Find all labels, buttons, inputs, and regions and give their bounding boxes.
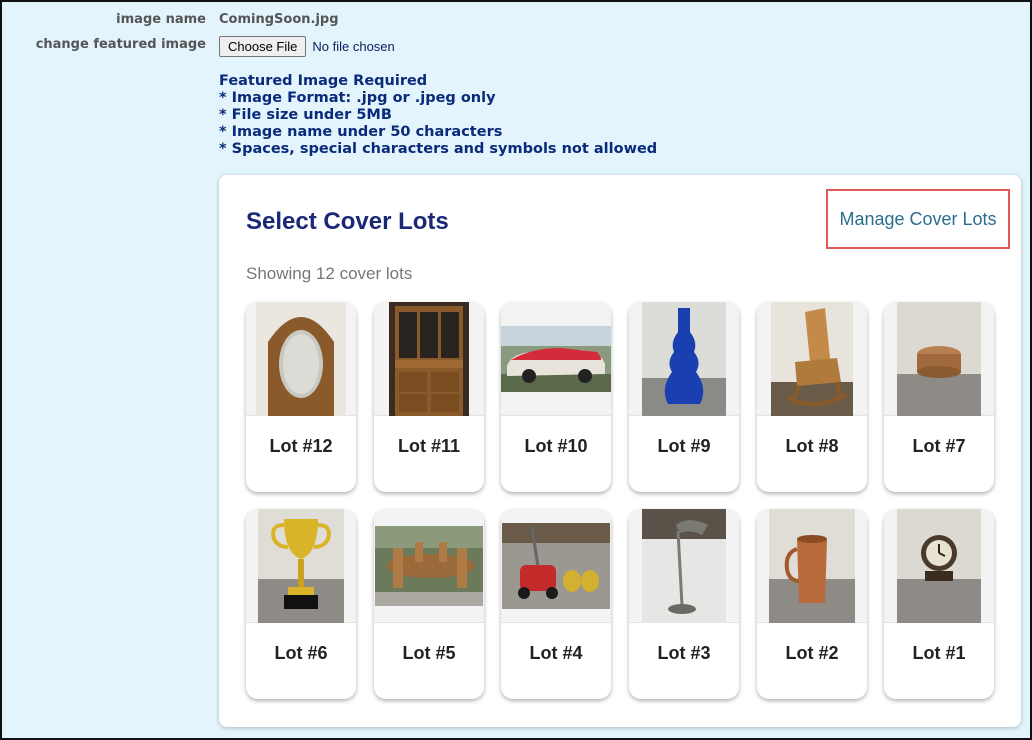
image-requirements: Featured Image Required * Image Format: … — [219, 73, 657, 158]
showing-count: Showing 12 cover lots — [246, 264, 413, 283]
lot-label: Lot #10 — [524, 435, 588, 456]
lot-tile-9[interactable]: Lot #9 — [629, 302, 739, 492]
lot-label: Lot #9 — [657, 435, 711, 456]
manage-cover-lots-link[interactable]: Manage Cover Lots — [826, 189, 1010, 249]
lot-label: Lot #12 — [269, 435, 333, 456]
image-name-label: image name — [116, 12, 206, 27]
lot-tile-8[interactable]: Lot #8 — [757, 302, 867, 492]
lot-tile-1[interactable]: Lot #1 — [884, 509, 994, 699]
lot-label: Lot #8 — [785, 435, 839, 456]
lot-photo — [884, 509, 994, 623]
lot-tile-3[interactable]: Lot #3 — [629, 509, 739, 699]
lot-label: Lot #11 — [397, 435, 461, 456]
lot-tile-5[interactable]: Lot #5 — [374, 509, 484, 699]
lot-tile-7[interactable]: Lot #7 — [884, 302, 994, 492]
lot-label: Lot #5 — [402, 642, 456, 663]
file-status: No file chosen — [312, 39, 395, 54]
lot-photo — [884, 302, 994, 416]
lot-photo — [246, 509, 356, 623]
change-featured-image-label: change featured image — [35, 37, 206, 52]
wooden-rocking-chair-icon — [771, 302, 853, 416]
lot-tile-6[interactable]: Lot #6 — [246, 509, 356, 699]
lot-label: Lot #3 — [657, 642, 711, 663]
blue-glass-vase-icon — [642, 302, 726, 416]
wooden-oval-mirror-icon — [256, 302, 346, 416]
lot-photo — [501, 509, 611, 623]
image-name-value: ComingSoon.jpg — [219, 12, 339, 27]
lot-photo — [246, 302, 356, 416]
metal-desk-lamp-icon — [642, 509, 726, 623]
cover-lots-card: Select Cover Lots Manage Cover Lots Show… — [219, 175, 1021, 727]
lot-label: Lot #4 — [529, 642, 583, 663]
lot-tile-12[interactable]: Lot #12 — [246, 302, 356, 492]
red-white-convertible-car-icon — [501, 325, 611, 392]
requirement-line: * File size under 5MB — [219, 107, 392, 123]
ornate-trinket-box-icon — [897, 302, 981, 416]
lot-photo — [757, 509, 867, 623]
lot-photo — [757, 302, 867, 416]
choose-file-button[interactable]: Choose File — [219, 36, 307, 57]
toy-lawn-mower-and-figurines-icon — [502, 522, 610, 609]
lot-photo — [629, 509, 739, 623]
vintage-alarm-clock-icon — [897, 509, 981, 623]
lot-photo — [374, 302, 484, 416]
lot-tile-2[interactable]: Lot #2 — [757, 509, 867, 699]
requirement-line: * Image Format: .jpg or .jpeg only — [219, 90, 496, 106]
lot-label: Lot #1 — [912, 642, 966, 663]
lot-photo — [374, 509, 484, 623]
lot-photo — [501, 302, 611, 416]
wooden-dining-set-icon — [375, 525, 483, 606]
lot-tile-11[interactable]: Lot #11 — [374, 302, 484, 492]
lot-tile-4[interactable]: Lot #4 — [501, 509, 611, 699]
lot-label: Lot #6 — [274, 642, 328, 663]
card-title: Select Cover Lots — [246, 208, 449, 235]
wooden-hutch-cabinet-icon — [389, 302, 469, 416]
gold-trophy-cup-icon — [258, 509, 344, 623]
lot-label: Lot #7 — [912, 435, 966, 456]
lot-label: Lot #2 — [785, 642, 839, 663]
requirement-line: * Spaces, special characters and symbols… — [219, 141, 658, 157]
requirement-line: Featured Image Required — [219, 73, 428, 89]
copper-mug-icon — [769, 509, 855, 623]
lot-photo — [629, 302, 739, 416]
file-input[interactable]: Choose File No file chosen — [219, 36, 395, 57]
requirement-line: * Image name under 50 characters — [219, 124, 503, 140]
lot-tile-10[interactable]: Lot #10 — [501, 302, 611, 492]
